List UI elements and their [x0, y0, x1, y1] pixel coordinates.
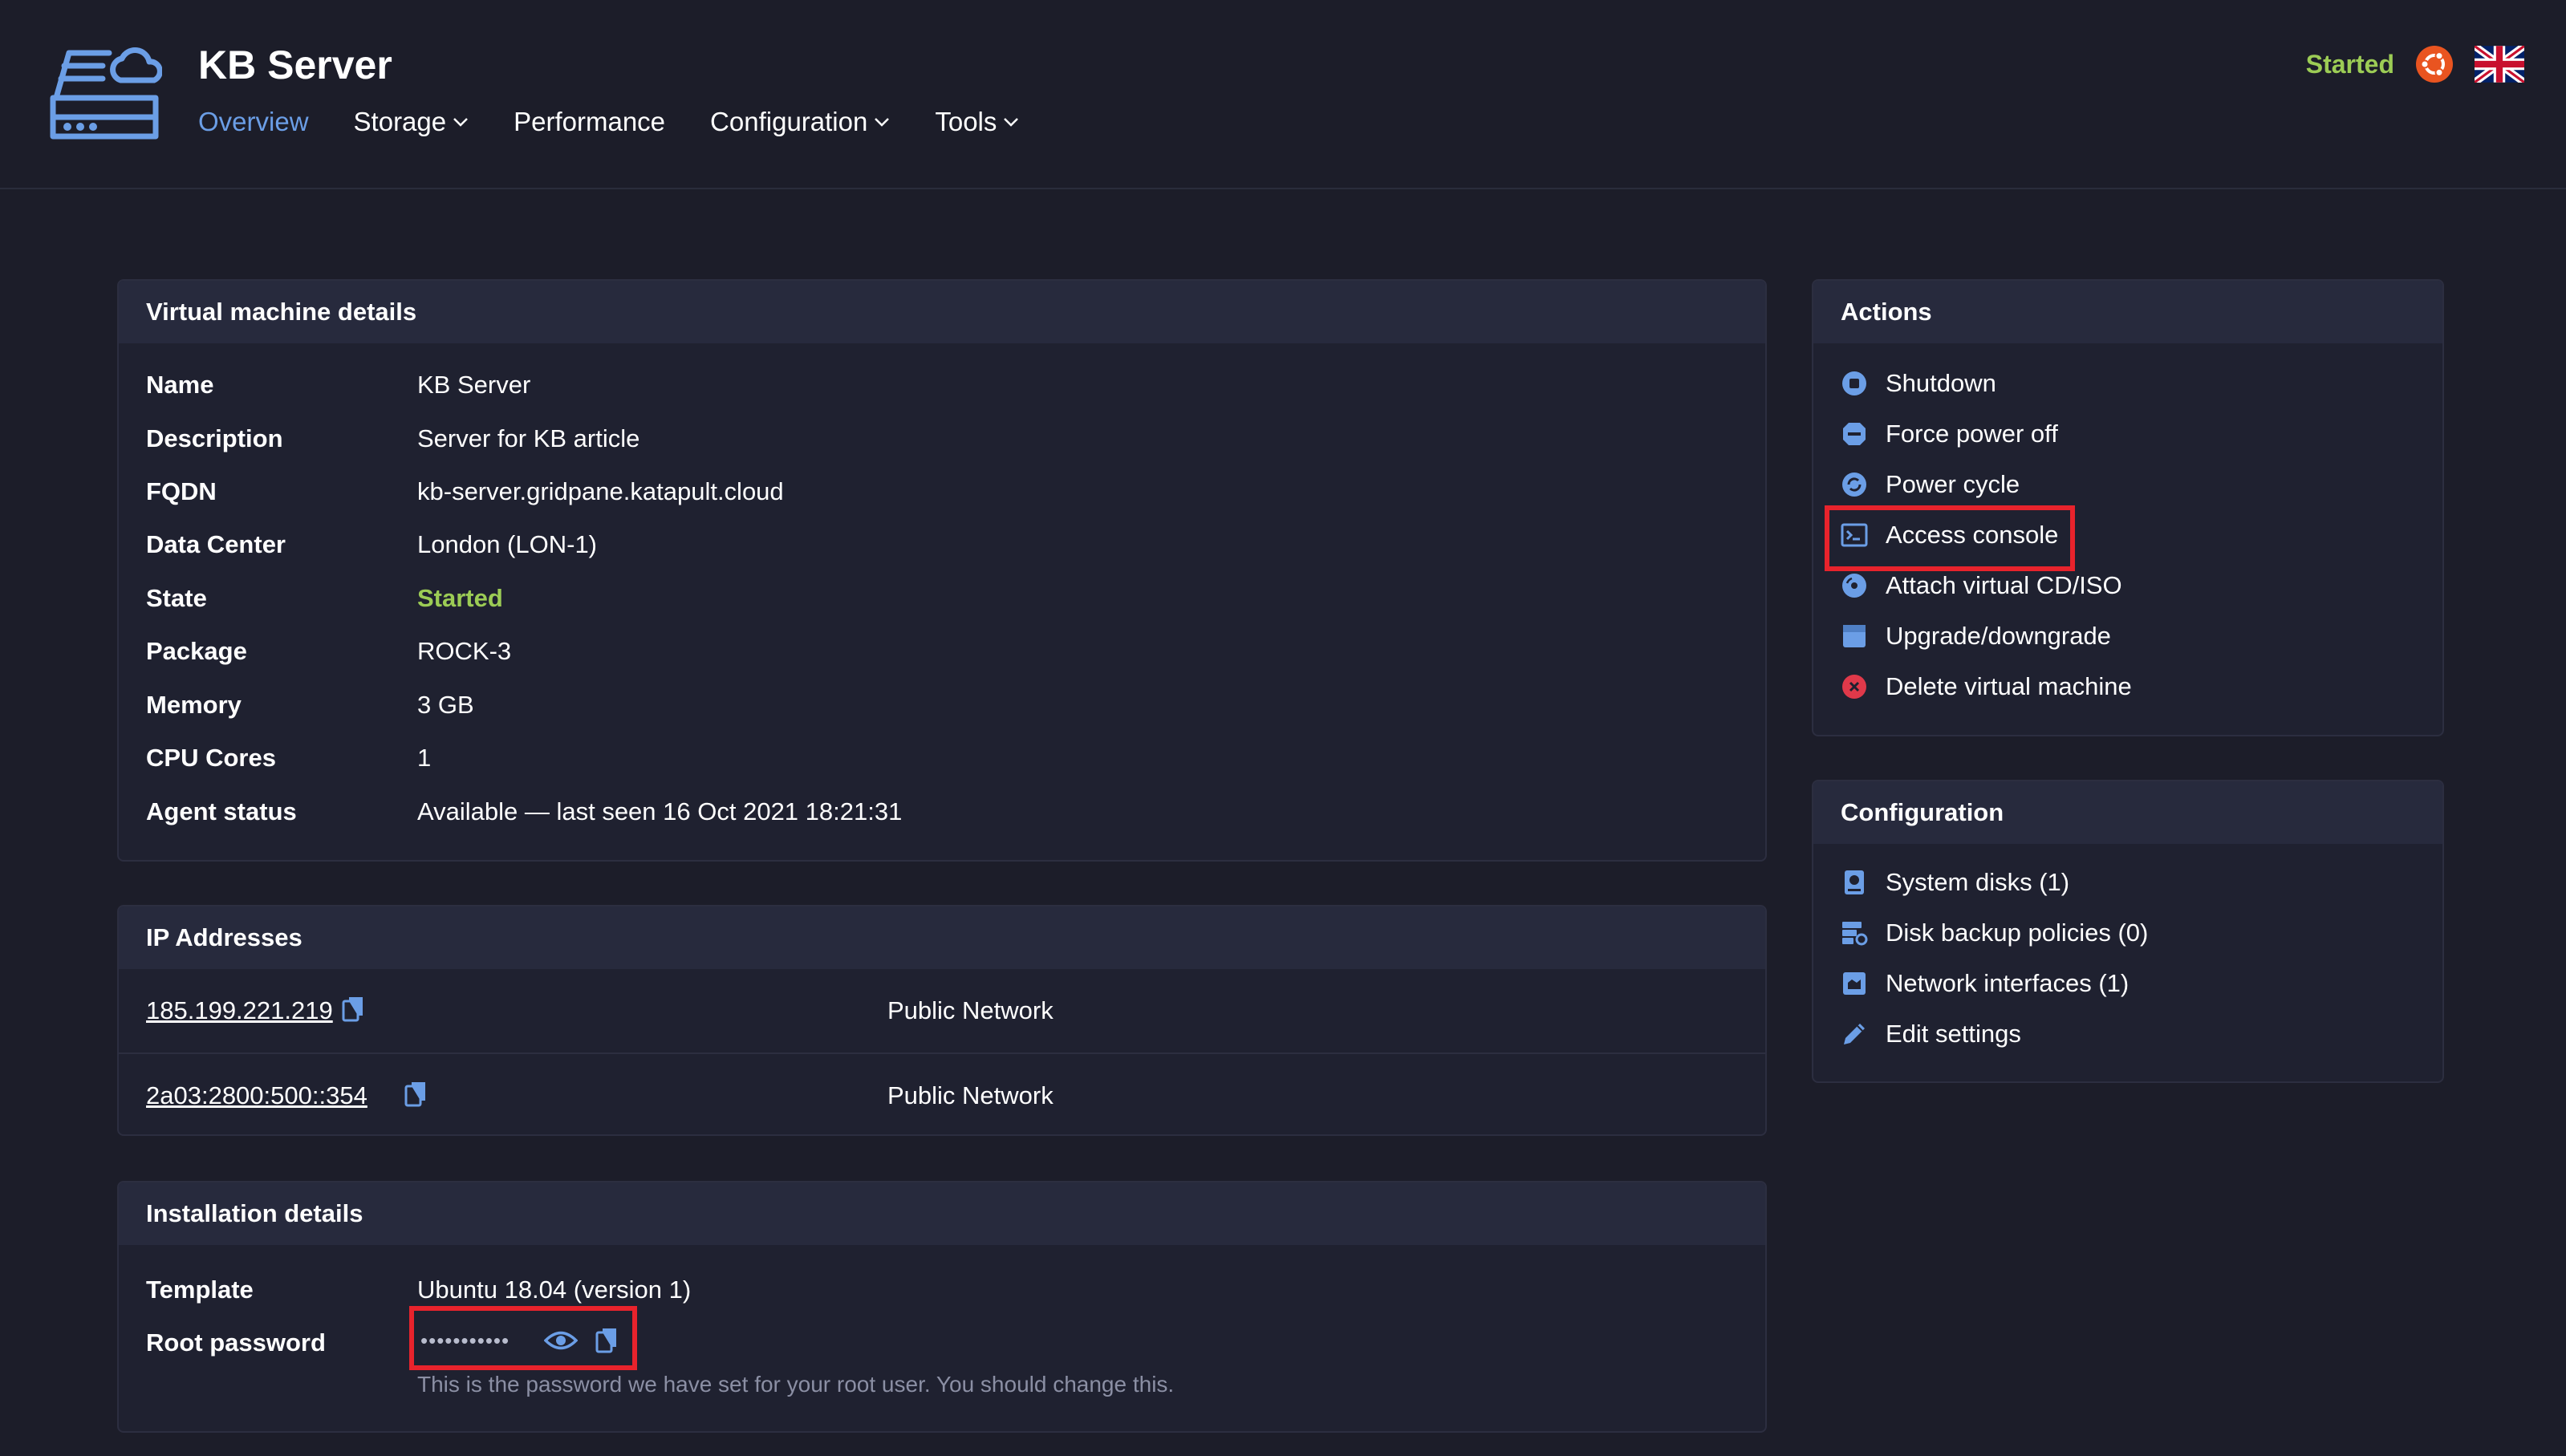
main-nav: Overview Storage Performance Configurati… [198, 107, 1019, 137]
top-header: KB Server Overview Storage Performance C… [0, 0, 2566, 189]
network-icon [1843, 972, 1866, 995]
network-name: Public Network [887, 1081, 1054, 1109]
config-disk-backup-policies[interactable]: Disk backup policies (0) [1841, 919, 2148, 947]
disk-icon [1845, 870, 1864, 894]
nav-tools[interactable]: Tools [935, 107, 1019, 137]
ubuntu-icon [2416, 46, 2453, 83]
detail-value: Available — last seen 16 Oct 2021 18:21:… [417, 797, 903, 825]
copy-icon[interactable] [342, 995, 366, 1022]
detail-key: Memory [146, 691, 242, 719]
detail-key: Data Center [146, 530, 286, 558]
server-cloud-logo [50, 47, 162, 140]
panel-heading: Virtual machine details [119, 281, 1765, 343]
action-label: Upgrade/downgrade [1886, 622, 2111, 650]
access-console-highlight-box [1825, 505, 2075, 571]
config-label: Disk backup policies (0) [1886, 919, 2149, 947]
panel-heading: Actions [1813, 281, 2442, 343]
config-label: System disks (1) [1886, 868, 2070, 896]
nav-label: Storage [353, 107, 447, 136]
action-shutdown[interactable]: Shutdown [1841, 369, 1996, 398]
config-label: Edit settings [1886, 1020, 2021, 1048]
ip-addresses-panel: IP Addresses 185.199.221.219 Public Netw… [117, 905, 1767, 1136]
nav-configuration[interactable]: Configuration [710, 107, 890, 137]
detail-key: Description [146, 424, 283, 452]
action-delete-vm[interactable]: Delete virtual machine [1841, 672, 2132, 701]
template-value: Ubuntu 18.04 (version 1) [417, 1276, 692, 1304]
network-name: Public Network [887, 996, 1054, 1024]
table-row: 185.199.221.219 Public Network [119, 969, 1765, 1054]
action-label: Attach virtual CD/ISO [1886, 571, 2122, 599]
detail-value: 3 GB [417, 691, 474, 719]
ip-address-link[interactable]: 185.199.221.219 [146, 996, 333, 1025]
app-title: KB Server [198, 43, 392, 87]
pencil-icon [1844, 1024, 1865, 1044]
detail-key: FQDN [146, 477, 217, 505]
detail-key: CPU Cores [146, 744, 276, 772]
detail-key: Agent status [146, 797, 297, 825]
chevron-down-icon [453, 118, 469, 127]
detail-value: ROCK-3 [417, 637, 512, 665]
action-label: Shutdown [1886, 369, 1996, 397]
action-force-power-off[interactable]: Force power off [1841, 420, 2058, 448]
config-network-interfaces[interactable]: Network interfaces (1) [1841, 969, 2129, 998]
nav-label: Overview [198, 107, 309, 136]
detail-key: State [146, 584, 207, 612]
detail-key: Name [146, 371, 214, 399]
refresh-icon [1842, 472, 1866, 497]
nav-performance[interactable]: Performance [514, 107, 665, 137]
panel-heading: IP Addresses [119, 906, 1765, 969]
detail-value: KB Server [417, 371, 531, 399]
chevron-down-icon [875, 118, 890, 127]
detail-key: Template [146, 1276, 254, 1304]
panel-heading: Installation details [119, 1182, 1765, 1245]
action-upgrade-downgrade[interactable]: Upgrade/downgrade [1841, 622, 2111, 651]
password-hint: This is the password we have set for you… [417, 1372, 1175, 1397]
config-label: Network interfaces (1) [1886, 969, 2130, 997]
configuration-panel: Configuration System disks (1) Disk back… [1812, 780, 2444, 1083]
config-edit-settings[interactable]: Edit settings [1841, 1020, 2021, 1048]
nav-overview[interactable]: Overview [198, 107, 309, 137]
nav-label: Tools [935, 107, 997, 136]
detail-value: 1 [417, 744, 432, 772]
action-attach-cd-iso[interactable]: Attach virtual CD/ISO [1841, 571, 2122, 600]
package-icon [1843, 625, 1866, 647]
ip-address-link[interactable]: 2a03:2800:500::354 [146, 1081, 367, 1110]
vm-status-badge: Started [2305, 49, 2394, 79]
delete-icon [1842, 675, 1866, 699]
nav-label: Performance [514, 107, 666, 136]
stop-sign-icon [1843, 423, 1866, 445]
action-label: Delete virtual machine [1886, 672, 2132, 700]
detail-key: Package [146, 637, 247, 665]
header-status-area: Started [2306, 45, 2524, 83]
chevron-down-icon [1004, 118, 1019, 127]
action-power-cycle[interactable]: Power cycle [1841, 470, 2020, 499]
action-label: Force power off [1886, 420, 2058, 448]
detail-value: London (LON-1) [417, 530, 598, 558]
detail-key: Root password [146, 1328, 326, 1357]
config-system-disks[interactable]: System disks (1) [1841, 868, 2069, 897]
root-password-highlight-box [409, 1306, 637, 1370]
panel-heading: Configuration [1813, 781, 2442, 844]
table-row: 2a03:2800:500::354 Public Network [119, 1054, 1765, 1134]
nav-storage[interactable]: Storage [354, 107, 469, 137]
uk-flag-icon[interactable] [2475, 46, 2524, 83]
detail-value: Server for KB article [417, 424, 640, 452]
backup-icon [1842, 922, 1868, 946]
disc-icon [1842, 574, 1866, 598]
state-value: Started [417, 584, 503, 612]
copy-icon[interactable] [404, 1080, 428, 1107]
action-label: Power cycle [1886, 470, 2020, 498]
detail-value: kb-server.gridpane.katapult.cloud [417, 477, 784, 505]
stop-circle-icon [1842, 371, 1866, 395]
nav-label: Configuration [710, 107, 868, 136]
vm-details-panel: Virtual machine details [117, 279, 1767, 862]
